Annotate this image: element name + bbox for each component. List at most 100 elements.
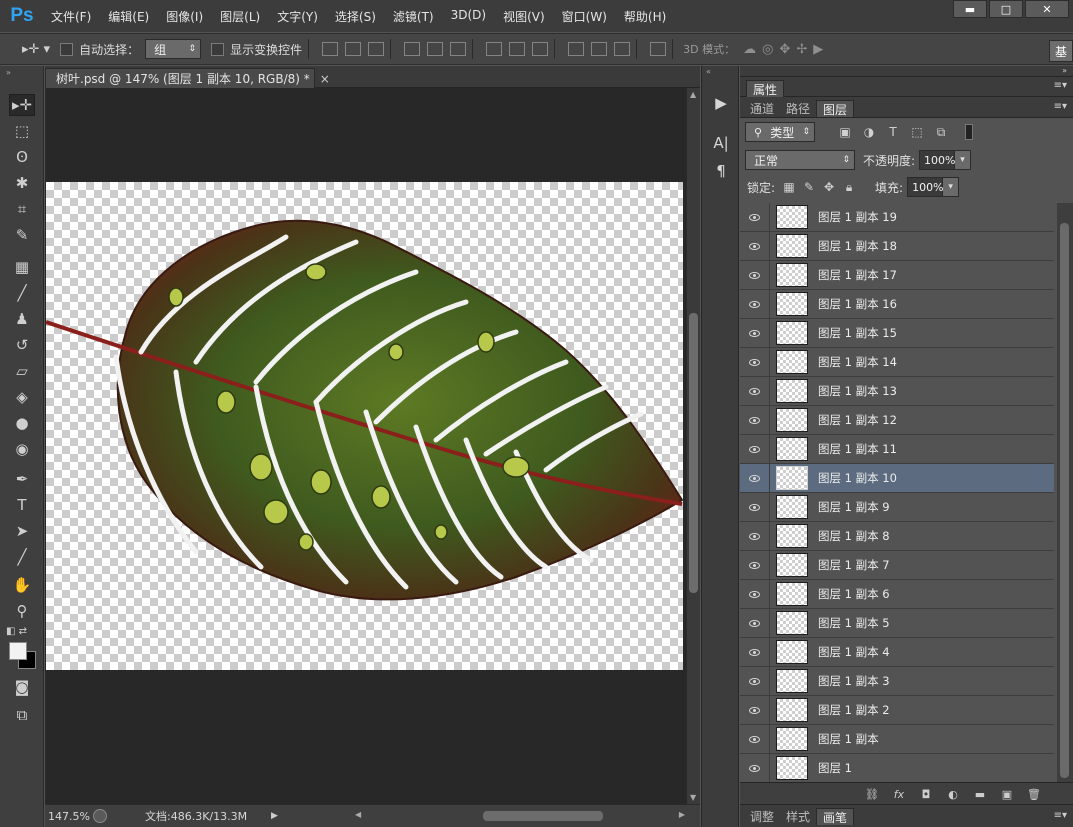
layer-name[interactable]: 图层 1 副本 16	[818, 296, 897, 312]
pen-tool-icon[interactable]: ✒	[9, 468, 35, 490]
layer-thumbnail[interactable]	[776, 350, 808, 374]
layer-thumbnail[interactable]	[776, 408, 808, 432]
menu-item[interactable]: 窗口(W)	[562, 8, 607, 25]
auto-select-dropdown[interactable]: 组 ⇕	[145, 39, 202, 59]
visibility-eye-icon[interactable]	[740, 232, 770, 260]
menu-item[interactable]: 滤镜(T)	[393, 8, 434, 25]
layer-row[interactable]: 图层 1 副本 15	[740, 319, 1054, 348]
tab-properties[interactable]: 属性	[746, 80, 785, 97]
horizontal-scroll-thumb[interactable]	[483, 811, 603, 821]
brush-tool-icon[interactable]: ╱	[9, 282, 35, 304]
visibility-eye-icon[interactable]	[740, 319, 770, 347]
layer-name[interactable]: 图层 1 副本 19	[818, 209, 897, 225]
menu-item[interactable]: 视图(V)	[503, 8, 545, 25]
visibility-eye-icon[interactable]	[740, 348, 770, 376]
visibility-eye-icon[interactable]	[740, 377, 770, 405]
layer-name[interactable]: 图层 1 副本 8	[818, 528, 890, 544]
layer-row[interactable]: 图层 1 副本 16	[740, 290, 1054, 319]
layer-row[interactable]: 图层 1	[740, 754, 1054, 782]
canvas-vertical-scrollbar[interactable]: ▲ ▼	[686, 88, 700, 804]
layer-thumbnail[interactable]	[776, 379, 808, 403]
visibility-eye-icon[interactable]	[740, 725, 770, 753]
panel-menu-icon[interactable]: ≡▾	[1054, 810, 1067, 821]
align-hcenter-icon[interactable]	[427, 42, 444, 56]
menu-item[interactable]: 文件(F)	[51, 8, 91, 25]
menu-item[interactable]: 文字(Y)	[277, 8, 318, 25]
align-vcenter-icon[interactable]	[345, 42, 362, 56]
layer-name[interactable]: 图层 1 副本 5	[818, 615, 890, 631]
zoom-tool-icon[interactable]: ⚲	[9, 600, 35, 622]
visibility-eye-icon[interactable]	[740, 696, 770, 724]
workspace-button[interactable]: 基	[1049, 40, 1073, 62]
lock-transparent-icon[interactable]: ▦	[781, 180, 797, 194]
layer-thumbnail[interactable]	[776, 205, 808, 229]
align-left-icon[interactable]	[404, 42, 421, 56]
layer-thumbnail[interactable]	[776, 582, 808, 606]
visibility-eye-icon[interactable]	[740, 551, 770, 579]
layer-name[interactable]: 图层 1 副本 2	[818, 702, 890, 718]
align-bottom-icon[interactable]	[368, 42, 385, 56]
move-tool-preset-icon[interactable]: ▸✛ ▾	[22, 42, 50, 57]
menu-item[interactable]: 图层(L)	[220, 8, 260, 25]
auto-select-checkbox[interactable]	[60, 42, 74, 56]
move-tool-icon[interactable]: ▸✛	[9, 94, 35, 116]
visibility-eye-icon[interactable]	[740, 406, 770, 434]
menu-item[interactable]: 编辑(E)	[108, 8, 149, 25]
filter-type-icon[interactable]: T	[885, 125, 901, 139]
layer-name[interactable]: 图层 1 副本 15	[818, 325, 897, 341]
layer-name[interactable]: 图层 1 副本 3	[818, 673, 890, 689]
layer-row[interactable]: 图层 1 副本 12	[740, 406, 1054, 435]
tab-paths[interactable]: 路径	[780, 100, 816, 117]
new-group-folder-icon[interactable]: ▬	[972, 787, 988, 801]
visibility-eye-icon[interactable]	[740, 203, 770, 231]
lock-all-icon[interactable]: 🔒︎	[841, 180, 857, 194]
tab-layers[interactable]: 图层	[816, 100, 855, 117]
visibility-eye-icon[interactable]	[740, 638, 770, 666]
visibility-eye-icon[interactable]	[740, 609, 770, 637]
status-menu-arrow-icon[interactable]: ▶	[271, 811, 278, 821]
panel-collapse-bar[interactable]: »	[740, 66, 1073, 77]
layer-row[interactable]: 图层 1 副本 11	[740, 435, 1054, 464]
clone-stamp-tool-icon[interactable]: ♟	[9, 308, 35, 330]
distribute-right-icon[interactable]	[614, 42, 631, 56]
auto-align-icon[interactable]	[650, 42, 667, 56]
new-adjustment-layer-icon[interactable]: ◐	[945, 787, 961, 801]
close-document-icon[interactable]: ×	[320, 72, 330, 86]
layer-thumbnail[interactable]	[776, 466, 808, 490]
layer-name[interactable]: 图层 1 副本	[818, 731, 879, 747]
document-canvas[interactable]	[46, 182, 683, 670]
scroll-down-icon[interactable]: ▼	[690, 793, 696, 802]
filter-shape-icon[interactable]: ⬚	[909, 125, 925, 139]
paragraph-panel-icon[interactable]: ¶	[710, 160, 732, 182]
layer-row[interactable]: 图层 1 副本 5	[740, 609, 1054, 638]
collapse-arrows-icon[interactable]: »	[1062, 66, 1067, 75]
minimize-button[interactable]: ▬	[953, 0, 987, 18]
filter-toggle-switch[interactable]	[965, 124, 973, 140]
layer-style-fx-icon[interactable]: fx	[891, 787, 907, 801]
layer-name[interactable]: 图层 1 副本 9	[818, 499, 890, 515]
align-top-icon[interactable]	[322, 42, 339, 56]
lock-image-brush-icon[interactable]: ✎	[801, 180, 817, 194]
collapse-arrows-icon[interactable]: «	[706, 67, 711, 76]
quick-mask-icon[interactable]: ◙	[9, 676, 35, 698]
default-colors-icon[interactable]: ◧ ⇄	[6, 626, 27, 637]
layer-name[interactable]: 图层 1	[818, 760, 852, 776]
line-tool-icon[interactable]: ╱	[9, 546, 35, 568]
visibility-eye-icon[interactable]	[740, 522, 770, 550]
scroll-up-icon[interactable]: ▲	[690, 90, 696, 99]
panel-menu-icon[interactable]: ≡▾	[1054, 80, 1067, 91]
scroll-right-icon[interactable]: ▶	[679, 810, 685, 819]
layer-name[interactable]: 图层 1 副本 12	[818, 412, 897, 428]
show-transform-checkbox[interactable]	[211, 42, 225, 56]
blend-mode-dropdown[interactable]: 正常 ⇕	[745, 150, 855, 170]
layer-list-scrollbar[interactable]	[1057, 203, 1073, 782]
layer-thumbnail[interactable]	[776, 756, 808, 780]
tab-channels[interactable]: 通道	[744, 100, 780, 117]
distribute-hcenter-icon[interactable]	[591, 42, 608, 56]
panel-menu-icon[interactable]: ≡▾	[1054, 101, 1067, 112]
align-right-icon[interactable]	[450, 42, 467, 56]
opacity-field[interactable]: 100%	[919, 150, 956, 170]
layer-row[interactable]: 图层 1 副本 2	[740, 696, 1054, 725]
foreground-color-swatch[interactable]	[9, 642, 27, 660]
distribute-left-icon[interactable]	[568, 42, 585, 56]
